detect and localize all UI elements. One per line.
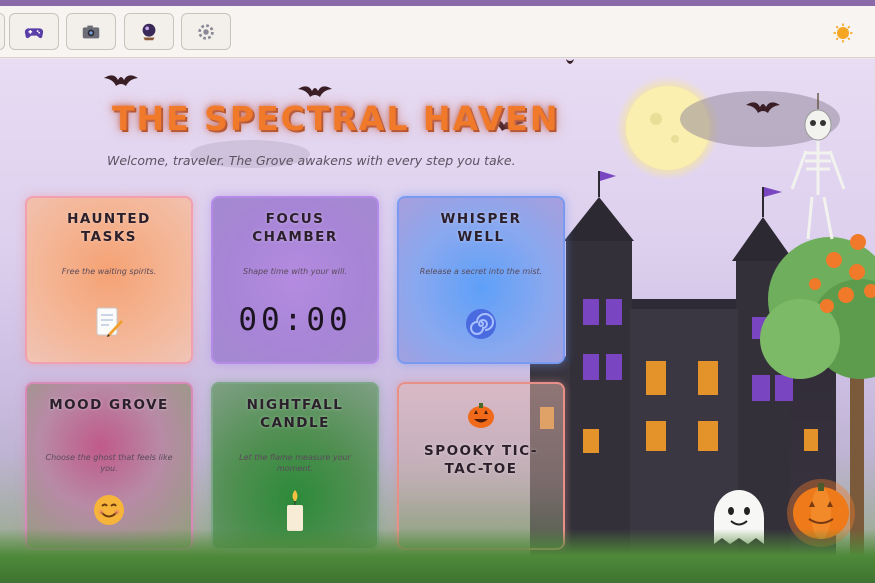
camera-icon: [82, 25, 100, 38]
card-spooky-tic-tac-toe[interactable]: SPOOKY TIC-TAC-TOE: [397, 382, 565, 550]
candle-icon: [287, 490, 303, 531]
gamepad-icon: [24, 27, 44, 38]
card-title: WHISPER WELL: [440, 211, 522, 245]
site-title: THE SPECTRAL HAVEN: [112, 99, 560, 138]
card-focus-chamber[interactable]: FOCUS CHAMBER Shape time with your will.…: [211, 196, 379, 364]
games-button[interactable]: [9, 13, 59, 50]
crystal-ball-icon: [142, 23, 156, 40]
settings-button[interactable]: [181, 13, 231, 50]
welcome-text: Welcome, traveler. The Grove awakens wit…: [107, 153, 516, 168]
card-title: MOOD GROVE: [49, 397, 169, 413]
focus-timer: 00:00: [238, 302, 352, 338]
camera-button[interactable]: [66, 13, 116, 50]
grass: [0, 529, 875, 583]
card-title: NIGHTFALL CANDLE: [246, 397, 344, 431]
card-subtitle: Choose the ghost that feels like you.: [45, 453, 173, 473]
memo-icon: [96, 307, 123, 337]
main-scene: THE SPECTRAL HAVEN Welcome, traveler. Th…: [0, 59, 875, 583]
card-haunted-tasks[interactable]: HAUNTED TASKS Free the waiting spirits.: [25, 196, 193, 364]
jack-o-lantern-icon: [468, 403, 494, 428]
partial-button[interactable]: [0, 13, 5, 50]
card-whisper-well[interactable]: WHISPER WELL Release a secret into the m…: [397, 196, 565, 364]
gear-icon: [198, 23, 214, 40]
card-subtitle: Shape time with your will.: [242, 267, 347, 276]
swirl-icon: [466, 309, 496, 339]
card-subtitle: Let the flame measure your moment.: [239, 453, 351, 473]
card-nightfall-candle[interactable]: NIGHTFALL CANDLE Let the flame measure y…: [211, 382, 379, 550]
toolbar: [0, 6, 875, 58]
card-subtitle: Free the waiting spirits.: [61, 267, 157, 276]
fortune-button[interactable]: [124, 13, 174, 50]
sun-icon[interactable]: [833, 23, 853, 43]
card-title: FOCUS CHAMBER: [252, 211, 338, 245]
card-subtitle: Release a secret into the mist.: [419, 267, 543, 276]
card-mood-grove[interactable]: MOOD GROVE Choose the ghost that feels l…: [25, 382, 193, 550]
card-title: SPOOKY TIC-TAC-TOE: [423, 443, 539, 477]
card-title: HAUNTED TASKS: [67, 211, 151, 245]
smile-icon: [94, 495, 124, 525]
